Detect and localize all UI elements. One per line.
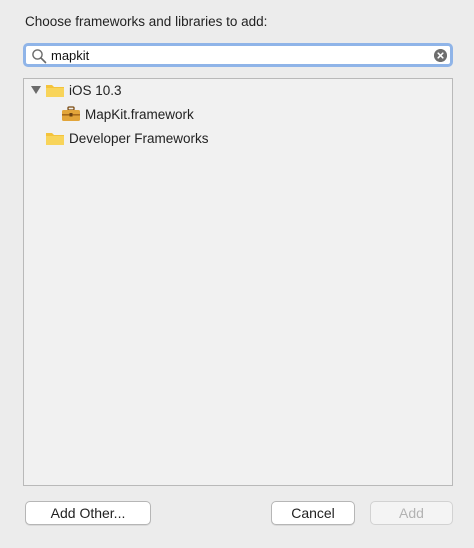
- folder-icon: [46, 85, 64, 97]
- tree-item-label: MapKit.framework: [85, 106, 194, 122]
- dialog-prompt: Choose frameworks and libraries to add:: [25, 14, 268, 29]
- tree-item-label: iOS 10.3: [69, 82, 122, 98]
- search-input[interactable]: [51, 46, 431, 64]
- cancel-button[interactable]: Cancel: [271, 501, 355, 525]
- framework-tree[interactable]: iOS 10.3 MapKit.framework Developer Fram…: [23, 78, 453, 486]
- tree-item-label: Developer Frameworks: [69, 130, 209, 146]
- tree-item-developer-frameworks[interactable]: Developer Frameworks: [45, 127, 209, 149]
- folder-icon: [46, 133, 64, 145]
- search-field[interactable]: [23, 43, 453, 67]
- clear-search-icon[interactable]: [434, 49, 447, 62]
- toolbox-icon: [62, 106, 80, 121]
- add-button[interactable]: Add: [370, 501, 453, 525]
- magnifier-icon: [32, 49, 47, 64]
- tree-item-mapkit[interactable]: MapKit.framework: [61, 103, 194, 125]
- tree-item-ios[interactable]: iOS 10.3: [30, 79, 122, 101]
- add-frameworks-dialog: Choose frameworks and libraries to add: …: [0, 0, 474, 548]
- add-other-button[interactable]: Add Other...: [25, 501, 151, 525]
- disclosure-triangle-icon[interactable]: [30, 84, 42, 96]
